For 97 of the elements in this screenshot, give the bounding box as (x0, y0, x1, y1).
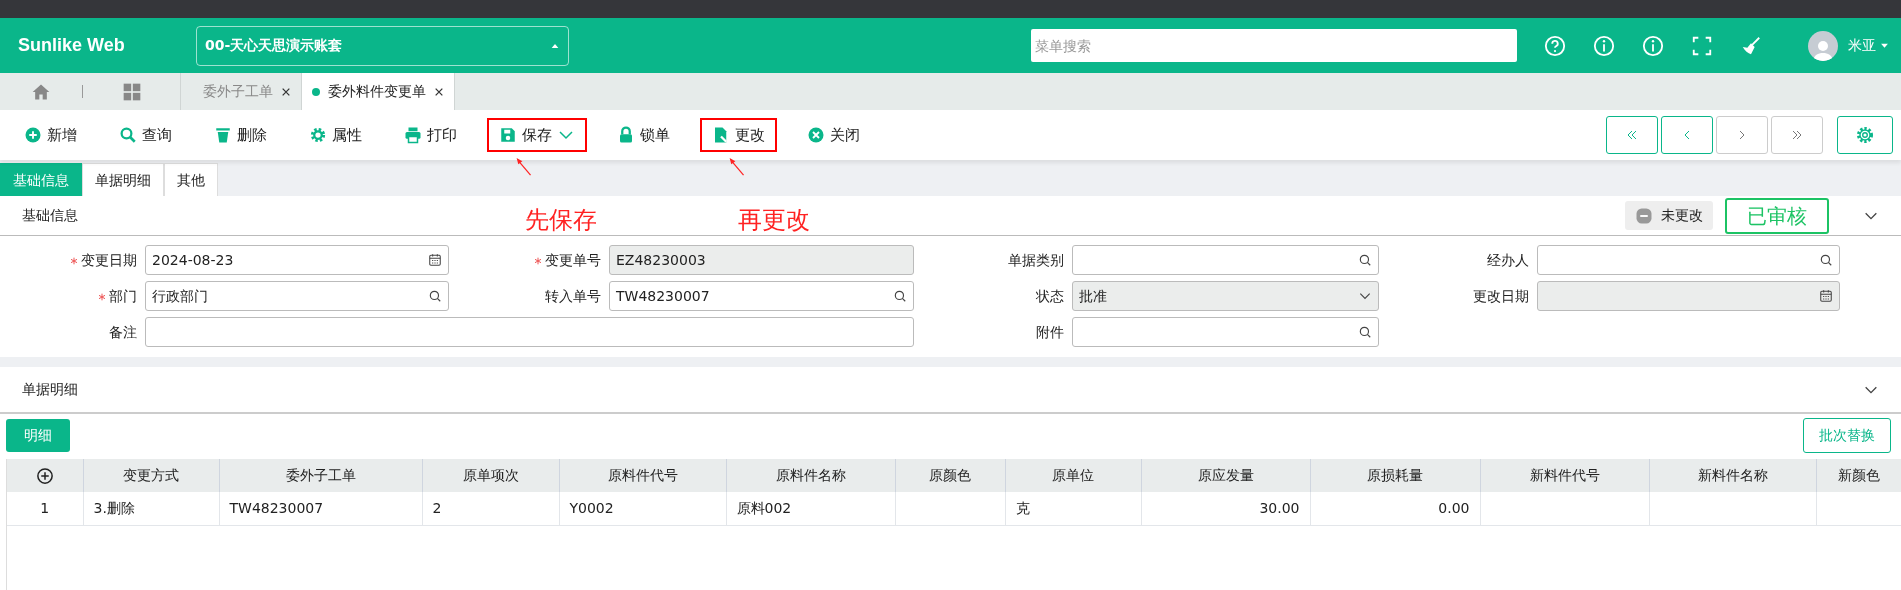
required-asterisk-icon (534, 256, 542, 265)
table-cell: 克 (1005, 492, 1141, 525)
select-field[interactable]: 批准 (1072, 281, 1379, 311)
table-cell: 30.00 (1141, 492, 1310, 525)
search-icon (428, 289, 442, 303)
page-tab[interactable]: 委外料件变更单 (302, 73, 455, 110)
logo-text: Sunlike Web (18, 34, 126, 57)
field-label: 转入单号 (545, 287, 601, 304)
printer-icon (404, 126, 422, 144)
fullscreen-icon[interactable] (1691, 34, 1713, 57)
input-field[interactable] (1537, 245, 1840, 275)
settings-button[interactable] (1837, 116, 1893, 154)
pager-button[interactable] (1716, 116, 1768, 154)
section-title: 单据明细 (22, 380, 78, 399)
table-cell: 3.删除 (83, 492, 219, 525)
search-field[interactable]: 菜单搜索 (1031, 29, 1517, 62)
section-title: 基础信息 (22, 206, 78, 225)
column-header: 新颜色 (1816, 459, 1901, 492)
approval-stamp: 已审核 (1725, 197, 1829, 234)
annotation-arrow (515, 157, 533, 176)
help-icon[interactable] (1544, 34, 1566, 57)
table-cell: 0.00 (1310, 492, 1480, 525)
active-tab-dot (312, 87, 320, 96)
field-label: 备注 (109, 323, 137, 340)
toolbar-button[interactable]: 打印 (392, 117, 469, 153)
input-field[interactable] (1072, 317, 1379, 347)
date-field[interactable] (1537, 281, 1840, 311)
form-tab[interactable]: 其他 (164, 163, 218, 196)
pager-button[interactable] (1661, 116, 1713, 154)
column-header: 新料件代号 (1480, 459, 1649, 492)
date-field[interactable]: 2024-08-23 (145, 245, 449, 275)
close-icon (807, 126, 825, 144)
input-field[interactable]: EZ48230003 (609, 245, 914, 275)
settings-icon (1854, 124, 1876, 146)
pager-button[interactable] (1771, 116, 1823, 154)
field-label: 经办人 (1487, 251, 1529, 268)
add-row-icon[interactable] (35, 467, 54, 485)
column-header: 原单位 (1005, 459, 1141, 492)
broom-icon[interactable] (1740, 34, 1762, 57)
column-header: 原料件代号 (559, 459, 726, 492)
search-icon (119, 126, 137, 144)
toolbar-button[interactable]: 锁单 (605, 117, 682, 153)
search-icon (1358, 325, 1372, 339)
column-header: 委外子工单 (219, 459, 422, 492)
gear-icon (309, 126, 327, 144)
search-icon (1358, 253, 1372, 267)
info-icon[interactable] (1642, 34, 1664, 57)
field-label: 部门 (109, 287, 137, 304)
input-field[interactable]: 行政部门 (145, 281, 449, 311)
toolbar-button[interactable]: 关闭 (795, 117, 872, 153)
input-field[interactable] (145, 317, 914, 347)
search-icon (893, 289, 907, 303)
field-label: 状态 (1036, 287, 1064, 304)
input-field[interactable] (1072, 245, 1379, 275)
column-header: 原损耗量 (1310, 459, 1480, 492)
table-cell: TW48230007 (219, 492, 422, 525)
column-header: 原单项次 (422, 459, 559, 492)
document-edit-icon (712, 126, 730, 144)
field-label: 附件 (1036, 323, 1064, 340)
toolbar-button[interactable]: 属性 (297, 117, 374, 153)
plus-circle-icon (24, 126, 42, 144)
field-label: 变更日期 (81, 251, 137, 268)
close-icon[interactable] (434, 86, 444, 97)
column-header: 原应发量 (1141, 459, 1310, 492)
calendar-icon (428, 253, 442, 267)
toolbar-button[interactable]: 删除 (202, 117, 279, 153)
field-label: 变更单号 (545, 251, 601, 268)
required-asterisk-icon (70, 256, 78, 265)
grid-icon[interactable] (121, 81, 142, 102)
column-header: 新料件名称 (1649, 459, 1816, 492)
column-header: 原颜色 (895, 459, 1005, 492)
annotation-arrow (728, 157, 746, 176)
pager-button[interactable] (1606, 116, 1658, 154)
column-header: 变更方式 (83, 459, 219, 492)
table-cell: 2 (422, 492, 559, 525)
required-asterisk-icon (98, 292, 106, 301)
field-label: 单据类别 (1008, 251, 1064, 268)
toolbar-button[interactable]: 新增 (12, 117, 89, 153)
avatar-icon[interactable] (1808, 30, 1838, 61)
field-label: 更改日期 (1473, 287, 1529, 304)
info-icon[interactable] (1593, 34, 1615, 57)
table-cell: Y0002 (559, 492, 726, 525)
caret-down-icon (1880, 41, 1889, 50)
table-cell: 原料002 (726, 492, 895, 525)
toolbar-button[interactable]: 查询 (107, 117, 184, 153)
trash-icon (214, 126, 232, 144)
annotation-text: 先保存 (525, 204, 597, 236)
row-number: 1 (7, 492, 83, 525)
column-header: 原料件名称 (726, 459, 895, 492)
search-icon (1819, 253, 1833, 267)
change-status-badge: 未更改 (1625, 201, 1713, 230)
lock-icon (617, 126, 635, 144)
annotation-text: 再更改 (738, 204, 810, 236)
form-tab[interactable]: 单据明细 (82, 163, 164, 196)
input-field[interactable]: TW48230007 (609, 281, 914, 311)
close-icon[interactable] (281, 86, 291, 97)
calendar-icon (1819, 289, 1833, 303)
